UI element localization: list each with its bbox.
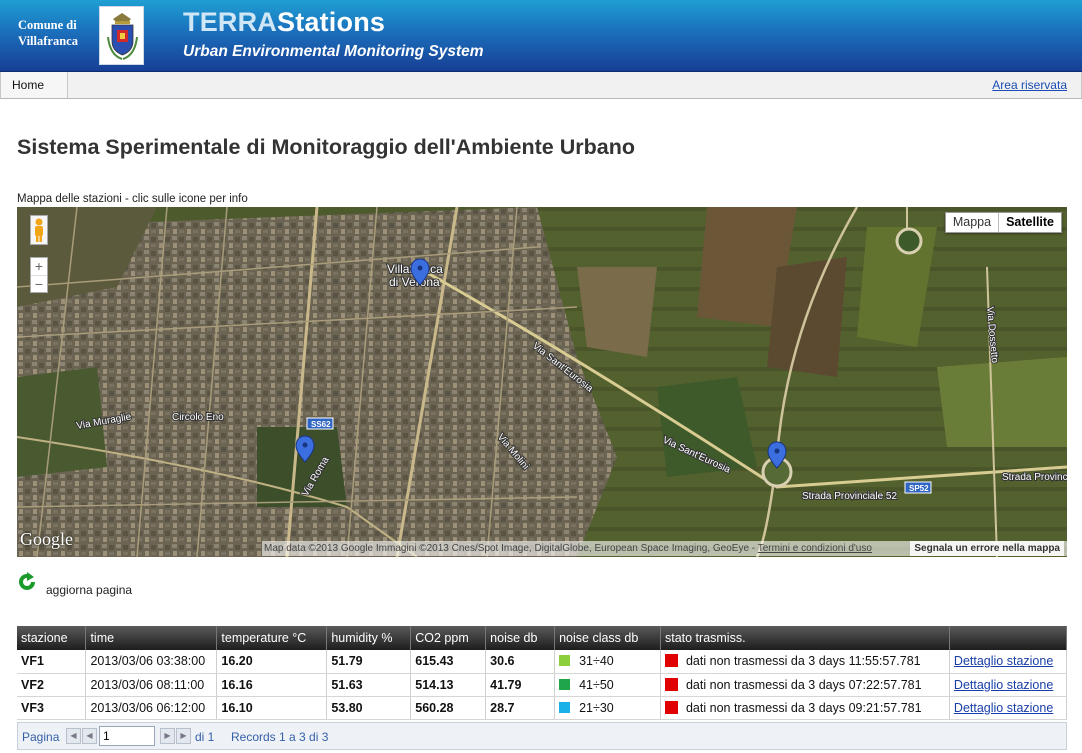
zoom-control: + −: [30, 257, 48, 293]
page-title: Sistema Sperimentale di Monitoraggio del…: [17, 135, 635, 159]
cell-humidity: 51.63: [326, 673, 412, 697]
cell-station: VF2: [17, 673, 87, 697]
cell-temperature: 16.20: [216, 650, 328, 674]
cell-temperature: 16.16: [216, 673, 328, 697]
cell-co2: 514.13: [410, 673, 487, 697]
station-detail-link[interactable]: Dettaglio stazione: [954, 678, 1053, 692]
cell-detail: Dettaglio stazione: [949, 696, 1068, 720]
cell-noise-class: 21÷30: [554, 696, 661, 720]
noise-class-swatch: [559, 701, 571, 713]
cell-noise-class: 41÷50: [554, 673, 661, 697]
map-label-strada-prov: Strada Provinciale 52: [802, 491, 897, 502]
google-logo: Google: [20, 529, 73, 549]
map-road-shield-ss62: SS62: [311, 420, 331, 429]
map-label-circolo: Circolo Eno: [172, 412, 224, 423]
table-header-row: stazione time temperature °C humidity % …: [17, 626, 1068, 650]
cell-station: VF3: [17, 696, 87, 720]
status-indicator: [664, 654, 678, 668]
pager-first-button[interactable]: ◀: [66, 728, 81, 744]
table-row: VF2 2013/03/06 08:11:00 16.16 51.63 514.…: [17, 673, 1068, 697]
pager-records-label: Records 1 a 3 di 3: [231, 730, 329, 744]
satellite-imagery: Villafranca di Verona Circolo Eno Via Mu…: [17, 207, 1067, 557]
station-detail-link[interactable]: Dettaglio stazione: [954, 654, 1053, 668]
map-caption: Mappa delle stazioni - clic sulle icone …: [17, 193, 248, 205]
col-header-noise[interactable]: noise db: [485, 626, 556, 650]
col-header-humidity[interactable]: humidity %: [326, 626, 412, 650]
page-header: Comune di Villafranca TERRAStations Urba…: [0, 0, 1082, 72]
col-header-noise-class[interactable]: noise class db: [554, 626, 661, 650]
map-road-shield-sp52: SP52: [909, 484, 929, 493]
cell-noise: 41.79: [485, 673, 556, 697]
municipal-crest-logo: [99, 6, 144, 65]
terms-link[interactable]: Termini e condizioni d'uso: [758, 543, 872, 554]
cell-status: dati non trasmessi da 3 days 07:22:57.78…: [660, 673, 950, 697]
cell-humidity: 53.80: [326, 696, 412, 720]
pager-page-label: Pagina: [22, 730, 60, 744]
map-label-strada-prov-right: Strada Provinc: [1002, 472, 1067, 483]
cell-noise: 28.7: [485, 696, 556, 720]
cell-noise: 30.6: [485, 650, 556, 674]
cell-noise-class: 31÷40: [554, 650, 661, 674]
cell-co2: 615.43: [410, 650, 487, 674]
nav-home-link[interactable]: Home: [1, 72, 68, 98]
cell-time: 2013/03/06 06:12:00: [85, 696, 218, 720]
brand-title: TERRAStations: [183, 7, 386, 37]
cell-co2: 560.28: [410, 696, 487, 720]
zoom-in-button[interactable]: +: [31, 258, 47, 275]
col-header-station[interactable]: stazione: [17, 626, 87, 650]
pager-next-button[interactable]: ▶: [160, 728, 175, 744]
table-row: VF1 2013/03/06 03:38:00 16.20 51.79 615.…: [17, 650, 1068, 674]
pager-of-label: di 1: [195, 730, 215, 744]
cell-station: VF1: [17, 650, 87, 674]
noise-class-swatch: [559, 678, 571, 690]
street-view-pegman-icon[interactable]: [30, 215, 48, 245]
status-indicator: [664, 677, 678, 691]
cell-detail: Dettaglio stazione: [949, 650, 1068, 674]
map-type-control: Mappa Satellite: [944, 212, 1062, 233]
station-detail-link[interactable]: Dettaglio stazione: [954, 701, 1053, 715]
cell-humidity: 51.79: [326, 650, 412, 674]
col-header-time[interactable]: time: [85, 626, 218, 650]
map-attribution: Map data ©2013 Google Immagini ©2013 Cne…: [262, 541, 1067, 556]
brand-subtitle: Urban Environmental Monitoring System: [183, 43, 484, 60]
refresh-link[interactable]: aggiorna pagina: [46, 583, 132, 597]
cell-detail: Dettaglio stazione: [949, 673, 1068, 697]
col-header-actions: [949, 626, 1068, 650]
noise-class-swatch: [559, 655, 571, 667]
report-error-link[interactable]: Segnala un errore nella mappa: [910, 541, 1064, 556]
cell-time: 2013/03/06 08:11:00: [85, 673, 218, 697]
cell-temperature: 16.10: [216, 696, 328, 720]
table-pager: Pagina ◀ ◀ ▶ ▶ di 1 Records 1 a 3 di 3: [17, 722, 1067, 750]
cell-status: dati non trasmessi da 3 days 11:55:57.78…: [660, 650, 950, 674]
col-header-co2[interactable]: CO2 ppm: [410, 626, 487, 650]
reserved-area-link[interactable]: Area riservata: [992, 78, 1067, 92]
pager-prev-button[interactable]: ◀: [82, 728, 97, 744]
stations-table: stazione time temperature °C humidity % …: [17, 626, 1068, 720]
zoom-out-button[interactable]: −: [31, 275, 47, 292]
table-row: VF3 2013/03/06 06:12:00 16.10 53.80 560.…: [17, 696, 1068, 720]
cell-time: 2013/03/06 03:38:00: [85, 650, 218, 674]
map-type-map-button[interactable]: Mappa: [946, 213, 998, 232]
col-header-status[interactable]: stato trasmiss.: [660, 626, 950, 650]
refresh-icon[interactable]: [17, 572, 37, 592]
col-header-temperature[interactable]: temperature °C: [216, 626, 328, 650]
municipality-name: Comune di Villafranca: [18, 18, 78, 48]
map-type-satellite-button[interactable]: Satellite: [998, 213, 1061, 232]
status-indicator: [664, 700, 678, 714]
pager-last-button[interactable]: ▶: [176, 728, 191, 744]
stations-map[interactable]: Villafranca di Verona Circolo Eno Via Mu…: [17, 207, 1067, 557]
pager-page-input[interactable]: [99, 726, 155, 746]
cell-status: dati non trasmessi da 3 days 09:21:57.78…: [660, 696, 950, 720]
top-nav: Home Area riservata: [0, 72, 1082, 99]
